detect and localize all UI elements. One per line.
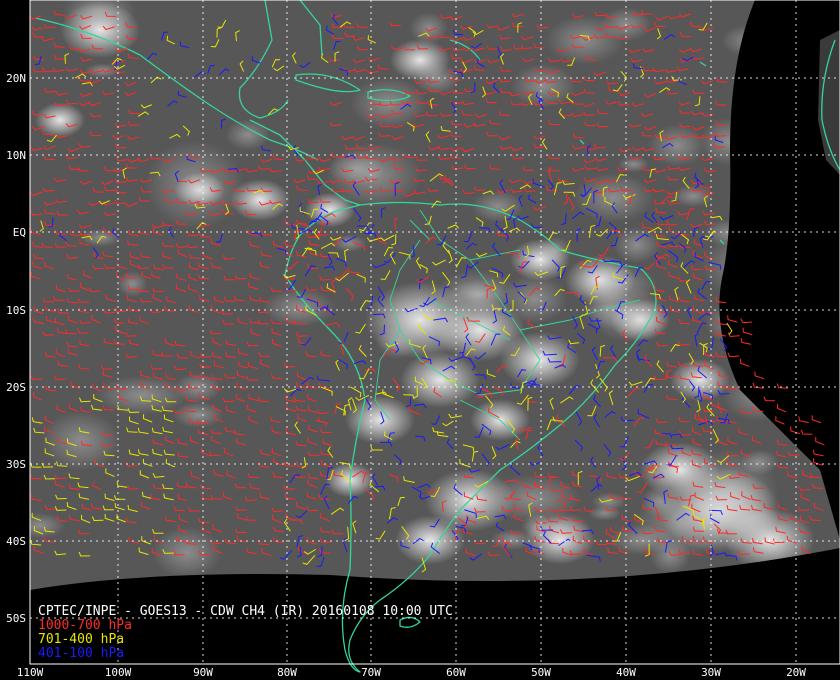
wind-barb [813, 449, 824, 457]
latitude-label: 20S [6, 381, 26, 394]
cloud-patch [151, 526, 222, 579]
wind-barb [742, 327, 753, 336]
cloud-patch [721, 24, 777, 57]
wind-barb [727, 315, 738, 323]
latitude-label: 10N [6, 149, 26, 162]
cloud-patch [400, 352, 480, 408]
legend-mid-level: 701-400 hPa [38, 632, 125, 647]
longitude-label: 30W [701, 666, 721, 679]
wind-barb [740, 358, 750, 367]
cloud-patch [699, 117, 757, 166]
wind-barb [815, 436, 825, 446]
cloud-patch [95, 375, 189, 415]
satellite-image [30, 0, 840, 590]
wind-barb [752, 382, 764, 389]
wind-barb [763, 396, 775, 402]
cloud-patch [588, 505, 622, 521]
longitude-label: 40W [616, 666, 636, 679]
legend-high-level: 401-100 hPa [38, 646, 125, 661]
wind-barb [800, 429, 813, 435]
wind-barb [776, 383, 789, 389]
wind-barb [740, 318, 753, 324]
longitude-label: 70W [361, 666, 381, 679]
cloud-patch [536, 236, 573, 265]
cloud-patch [145, 140, 245, 229]
wind-barb [798, 416, 809, 423]
latitude-label: 10S [6, 304, 26, 317]
wind-barb [811, 415, 822, 424]
cloud-patch [262, 288, 336, 327]
cloud-patch [350, 77, 427, 129]
longitude-label: 100W [105, 666, 132, 679]
cloud-patch [225, 119, 271, 150]
cloud-patch [117, 271, 148, 297]
longitude-label: 110W [17, 666, 44, 679]
wind-barb [775, 416, 785, 425]
cloud-patch [376, 324, 417, 360]
cloud-patch [649, 538, 691, 574]
legend-low-level: 1000-700 hPa [38, 618, 132, 633]
cloud-patch [345, 395, 415, 445]
cloud-patch [579, 263, 658, 305]
wind-barb [727, 352, 740, 358]
cloud-patch [648, 124, 706, 167]
latitude-label: 20N [6, 72, 26, 85]
latitude-label: 40S [6, 535, 26, 548]
longitude-label: 50W [531, 666, 551, 679]
longitude-label: 90W [193, 666, 213, 679]
latitude-label: 50S [6, 612, 26, 625]
wind-barb [776, 403, 787, 413]
latitude-label: 30S [6, 458, 26, 471]
longitude-label: 80W [277, 666, 297, 679]
cloud-patch [395, 515, 465, 565]
wind-barb [754, 371, 765, 380]
cloud-patch [746, 0, 830, 54]
longitude-label: 60W [446, 666, 466, 679]
map-title: CPTEC/INPE - GOES13 - CDW CH4 (IR) 20160… [38, 604, 453, 619]
cloud-patch [730, 99, 790, 141]
cloud-patch [172, 401, 224, 428]
wind-barb [740, 338, 752, 345]
longitude-label: 20W [786, 666, 806, 679]
cloud-patch [41, 410, 121, 471]
wind-barb [726, 322, 733, 335]
cloud-patch [35, 102, 85, 138]
satellite-wind-map: 20N 10N EQ 10S 20S 30S 40S 50S 110W 100W 90W 80W 70W… [6, 0, 840, 679]
cloud-patch [332, 234, 367, 253]
cloud-patch [572, 172, 654, 223]
cloud-patch [776, 216, 840, 278]
wind-barb [790, 426, 800, 435]
latitude-label: EQ [13, 226, 26, 239]
